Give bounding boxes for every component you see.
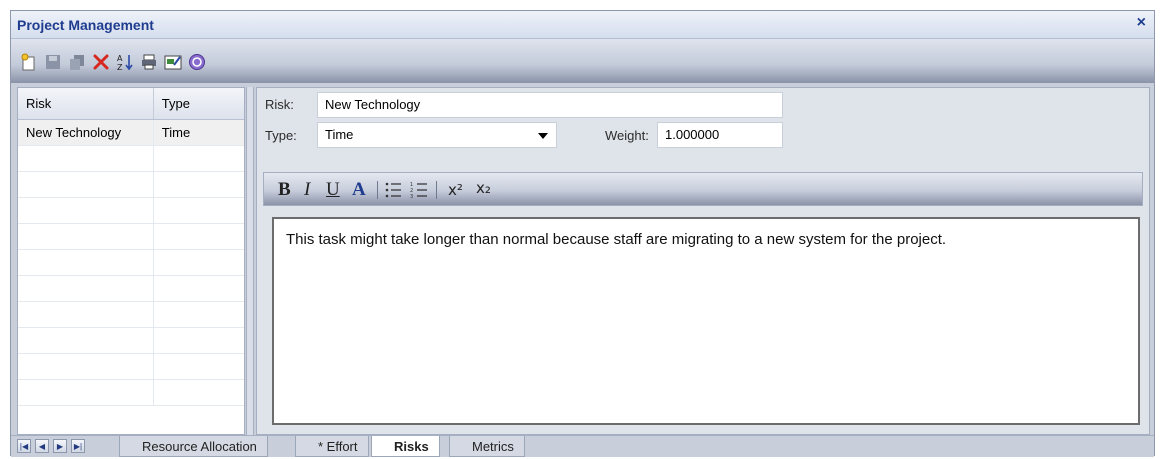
bullet-list-button[interactable] — [384, 181, 402, 205]
subscript-button[interactable]: x₂ — [476, 179, 491, 197]
empty-row — [18, 328, 244, 354]
close-button[interactable]: × — [1137, 14, 1146, 32]
risk-name-input[interactable]: New Technology — [317, 92, 783, 118]
risk-cell: New Technology — [18, 120, 154, 145]
notes-editor[interactable]: This task might take longer than normal … — [272, 217, 1140, 425]
main-toolbar: AZ — [11, 39, 1154, 83]
tab-bar: |◀ ◀ ▶ ▶| Resource Allocation * Effort R… — [11, 435, 1154, 457]
column-header-type[interactable]: Type — [154, 88, 244, 119]
svg-text:Z: Z — [117, 63, 123, 71]
format-toolbar: B I U A 123 x² x₂ — [263, 172, 1143, 206]
pane-splitter[interactable] — [246, 87, 254, 435]
list-header: Risk Type — [18, 88, 244, 120]
new-icon[interactable] — [19, 52, 39, 72]
bullet-list-icon — [385, 182, 401, 198]
sort-icon[interactable]: AZ — [115, 52, 135, 72]
empty-row — [18, 380, 244, 406]
empty-row — [18, 146, 244, 172]
copy-icon[interactable] — [67, 52, 87, 72]
risk-detail-panel: Risk: New Technology Type: Time Weight: … — [256, 87, 1150, 435]
tab-resource-allocation[interactable]: Resource Allocation — [119, 436, 268, 457]
title-bar: Project Management × — [11, 11, 1154, 39]
italic-button[interactable]: I — [304, 179, 310, 201]
print-icon[interactable] — [139, 52, 159, 72]
font-color-icon: A — [352, 179, 366, 200]
tab-metrics[interactable]: Metrics — [449, 436, 525, 457]
risk-list: Risk Type New Technology Time — [17, 87, 245, 435]
type-label: Type: — [265, 128, 297, 143]
project-management-window: Project Management × AZ Risk Type New Te… — [10, 10, 1155, 457]
first-page-icon[interactable]: |◀ — [17, 439, 31, 453]
empty-row — [18, 198, 244, 224]
tab-risks[interactable]: Risks — [371, 436, 440, 457]
empty-row — [18, 224, 244, 250]
list-item[interactable]: New Technology Time — [18, 120, 244, 146]
delete-icon[interactable] — [91, 52, 111, 72]
weight-input[interactable]: 1.000000 — [657, 122, 783, 148]
numbered-list-button[interactable]: 123 — [410, 181, 428, 205]
separator — [377, 181, 378, 199]
empty-row — [18, 250, 244, 276]
svg-text:A: A — [117, 54, 123, 63]
risk-label: Risk: — [265, 97, 294, 112]
next-page-icon[interactable]: ▶ — [53, 439, 67, 453]
last-page-icon[interactable]: ▶| — [71, 439, 85, 453]
tab-effort[interactable]: * Effort — [295, 436, 369, 457]
superscript-button[interactable]: x² — [448, 181, 463, 199]
help-icon[interactable] — [187, 52, 207, 72]
empty-row — [18, 276, 244, 302]
save-icon[interactable] — [43, 52, 63, 72]
weight-label: Weight: — [605, 128, 649, 143]
separator — [436, 181, 437, 199]
export-icon[interactable] — [163, 52, 183, 72]
prev-page-icon[interactable]: ◀ — [35, 439, 49, 453]
type-select-value: Time — [325, 127, 354, 142]
underline-button[interactable]: U — [326, 179, 340, 201]
window-title: Project Management — [17, 17, 154, 33]
bold-button[interactable]: B — [278, 179, 291, 201]
font-color-button[interactable]: A — [352, 179, 366, 201]
numbered-list-icon: 123 — [410, 182, 427, 200]
empty-row — [18, 302, 244, 328]
chevron-down-icon[interactable] — [538, 133, 548, 139]
type-select[interactable]: Time — [317, 122, 557, 148]
empty-row — [18, 354, 244, 380]
type-cell: Time — [161, 125, 191, 140]
empty-row — [18, 172, 244, 198]
column-header-risk[interactable]: Risk — [18, 88, 154, 119]
svg-text:3: 3 — [410, 194, 413, 199]
